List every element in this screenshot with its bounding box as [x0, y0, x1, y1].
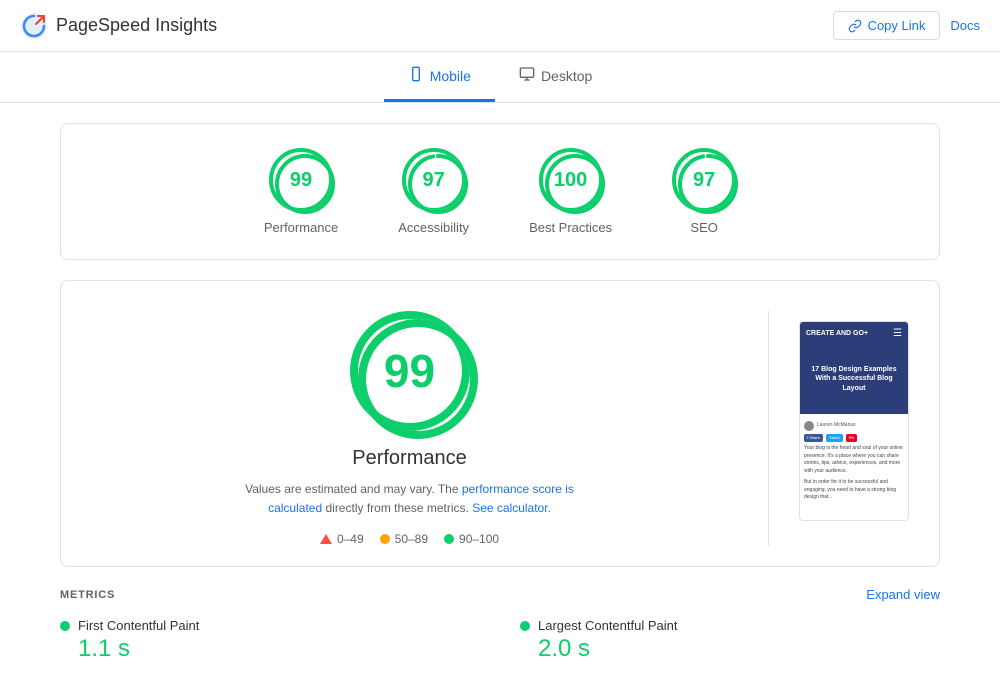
- main-content: 99 Performance 97 Accessibility: [0, 103, 1000, 683]
- accessibility-label: Accessibility: [398, 220, 469, 235]
- performance-section: 99 Performance Values are estimated and …: [60, 280, 940, 567]
- header: PageSpeed Insights Copy Link Docs: [0, 0, 1000, 52]
- metric-fcp-header: First Contentful Paint: [60, 618, 480, 633]
- legend-fail: 0–49: [320, 532, 364, 546]
- screenshot-author: Lauren McManus: [804, 421, 904, 431]
- accessibility-circle-svg: [402, 148, 474, 220]
- desc-prefix: Values are estimated and may vary. The: [245, 482, 462, 496]
- screenshot-menu-icon: ☰: [893, 328, 902, 339]
- fail-icon: [320, 534, 332, 544]
- lcp-name: Largest Contentful Paint: [538, 618, 677, 633]
- legend-average: 50–89: [380, 532, 428, 546]
- screenshot-social-buttons: f Share Tweet Pin: [804, 434, 904, 442]
- pinterest-share-button: Pin: [846, 434, 858, 442]
- performance-detail: 99 Performance Values are estimated and …: [81, 311, 738, 546]
- pagespeed-logo-icon: [20, 12, 48, 40]
- metric-lcp-header: Largest Contentful Paint: [520, 618, 940, 633]
- score-card-best-practices[interactable]: 100 Best Practices: [529, 148, 612, 235]
- performance-circle-svg: [269, 148, 341, 220]
- performance-title: Performance: [352, 447, 467, 470]
- score-cards: 99 Performance 97 Accessibility: [81, 148, 919, 235]
- docs-link[interactable]: Docs: [950, 18, 980, 33]
- tab-bar: Mobile Desktop: [0, 52, 1000, 103]
- app-title: PageSpeed Insights: [56, 15, 217, 36]
- score-card-performance[interactable]: 99 Performance: [264, 148, 338, 235]
- author-avatar: [804, 421, 814, 431]
- section-divider: [768, 311, 769, 546]
- lcp-status-dot: [520, 621, 530, 631]
- big-performance-circle: 99: [350, 311, 470, 431]
- page-screenshot: CREATE AND GO+ ☰ 17 Blog Design Examples…: [799, 321, 909, 521]
- fcp-status-dot: [60, 621, 70, 631]
- metrics-section: METRICS Expand view First Contentful Pai…: [60, 587, 940, 663]
- screenshot-body-text-2: But in order for it to be successful and…: [804, 479, 904, 502]
- screenshot-article-title: 17 Blog Design Examples With a Successfu…: [804, 365, 904, 392]
- tab-desktop[interactable]: Desktop: [495, 52, 616, 102]
- link-icon: [848, 19, 862, 33]
- pass-icon: [444, 534, 454, 544]
- seo-circle-svg: [672, 148, 744, 220]
- metrics-grid: First Contentful Paint 1.1 s Largest Con…: [60, 618, 940, 663]
- facebook-share-button: f Share: [804, 434, 823, 442]
- legend: 0–49 50–89 90–100: [320, 532, 499, 546]
- screenshot-body-text: Your blog is the heart and soul of your …: [804, 445, 904, 475]
- metrics-label: METRICS: [60, 589, 115, 601]
- best-practices-circle: 100: [539, 148, 603, 212]
- fail-range: 0–49: [337, 532, 364, 546]
- tab-mobile[interactable]: Mobile: [384, 52, 495, 102]
- average-icon: [380, 534, 390, 544]
- author-text: Lauren McManus: [817, 422, 856, 430]
- performance-description: Values are estimated and may vary. The p…: [240, 480, 580, 518]
- twitter-share-button: Tweet: [826, 434, 843, 442]
- score-cards-container: 99 Performance 97 Accessibility: [60, 123, 940, 260]
- screenshot-content: Lauren McManus f Share Tweet Pin Your bl…: [800, 414, 908, 506]
- metrics-header: METRICS Expand view: [60, 587, 940, 602]
- score-card-seo[interactable]: 97 SEO: [672, 148, 736, 235]
- screenshot-hero: 17 Blog Design Examples With a Successfu…: [800, 344, 908, 414]
- best-practices-label: Best Practices: [529, 220, 612, 235]
- screenshot-site-name: CREATE AND GO+: [806, 330, 868, 337]
- accessibility-circle: 97: [402, 148, 466, 212]
- tab-mobile-label: Mobile: [430, 68, 471, 84]
- lcp-value: 2.0 s: [520, 635, 940, 663]
- score-card-accessibility[interactable]: 97 Accessibility: [398, 148, 469, 235]
- seo-circle: 97: [672, 148, 736, 212]
- screenshot-area: CREATE AND GO+ ☰ 17 Blog Design Examples…: [799, 311, 919, 546]
- expand-view-link[interactable]: Expand view: [866, 587, 940, 602]
- best-practices-circle-svg: [539, 148, 611, 220]
- seo-label: SEO: [690, 220, 717, 235]
- desktop-icon: [519, 66, 535, 85]
- mobile-icon: [408, 66, 424, 85]
- copy-link-button[interactable]: Copy Link: [833, 11, 941, 40]
- header-actions: Copy Link Docs: [833, 11, 980, 40]
- see-calculator-link[interactable]: See calculator.: [472, 501, 551, 515]
- big-circle-svg: [350, 311, 486, 447]
- performance-circle: 99: [269, 148, 333, 212]
- logo-area: PageSpeed Insights: [20, 12, 217, 40]
- tab-desktop-label: Desktop: [541, 68, 592, 84]
- fcp-value: 1.1 s: [60, 635, 480, 663]
- desc-suffix: directly from these metrics.: [322, 501, 472, 515]
- pass-range: 90–100: [459, 532, 499, 546]
- metric-lcp: Largest Contentful Paint 2.0 s: [520, 618, 940, 663]
- copy-link-label: Copy Link: [868, 18, 926, 33]
- performance-label: Performance: [264, 220, 338, 235]
- legend-pass: 90–100: [444, 532, 499, 546]
- screenshot-site-header: CREATE AND GO+ ☰: [800, 322, 908, 344]
- fcp-name: First Contentful Paint: [78, 618, 199, 633]
- metric-fcp: First Contentful Paint 1.1 s: [60, 618, 480, 663]
- average-range: 50–89: [395, 532, 428, 546]
